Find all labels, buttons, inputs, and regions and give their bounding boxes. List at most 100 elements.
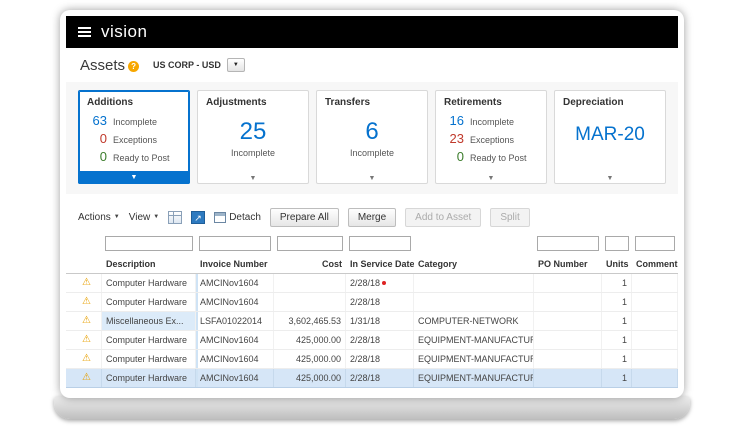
- table-row[interactable]: ⚠ Miscellaneous Ex... LSFA01022014 3,602…: [66, 312, 678, 331]
- export-icon[interactable]: [191, 211, 205, 224]
- filter-description-input[interactable]: [105, 236, 193, 251]
- row-status-cell: ⚠: [78, 331, 102, 349]
- cell-po-number[interactable]: [534, 312, 602, 330]
- infolet-depreciation[interactable]: Depreciation MAR-20 ▼: [554, 90, 666, 184]
- cell-cost[interactable]: [274, 293, 346, 311]
- cell-comments[interactable]: [632, 331, 678, 349]
- filter-invoice-number-input[interactable]: [199, 236, 271, 251]
- table-row[interactable]: ⚠ Computer Hardware AMCINov1604 2/28/18 …: [66, 274, 678, 293]
- row-status-cell: ⚠: [78, 312, 102, 330]
- column-header-units[interactable]: Units: [602, 259, 632, 269]
- warning-icon[interactable]: ⚠: [82, 297, 91, 307]
- infolet-additions[interactable]: Additions 63 Incomplete 0 Exceptions 0 R: [78, 90, 190, 184]
- actions-menu[interactable]: Actions ▼: [78, 212, 120, 223]
- cell-comments[interactable]: [632, 312, 678, 330]
- column-header-description[interactable]: Description: [102, 259, 196, 269]
- infolet-title: Adjustments: [206, 97, 300, 108]
- cell-in-service-date[interactable]: 2/28/18: [346, 274, 414, 292]
- cell-invoice-number[interactable]: LSFA01022014: [196, 312, 274, 330]
- cell-units[interactable]: 1: [602, 369, 632, 387]
- column-header-in-service-date[interactable]: In Service Date: [346, 259, 414, 269]
- infolet-expander[interactable]: ▼: [198, 175, 308, 182]
- filter-cost-input[interactable]: [277, 236, 343, 251]
- freeze-columns-icon[interactable]: [168, 211, 182, 224]
- warning-icon[interactable]: ⚠: [82, 335, 91, 345]
- warning-icon[interactable]: ⚠: [82, 278, 91, 288]
- table-row[interactable]: ⚠ Computer Hardware AMCINov1604 425,000.…: [66, 350, 678, 369]
- cell-description[interactable]: Computer Hardware: [102, 274, 196, 292]
- table-row[interactable]: ⚠ Computer Hardware AMCINov1604 425,000.…: [66, 331, 678, 350]
- cell-po-number[interactable]: [534, 350, 602, 368]
- menu-icon[interactable]: [78, 27, 91, 37]
- cell-units[interactable]: 1: [602, 274, 632, 292]
- column-header-invoice-number[interactable]: Invoice Number: [196, 259, 274, 269]
- cell-invoice-number[interactable]: AMCINov1604: [196, 331, 274, 349]
- table-row[interactable]: ⚠ Computer Hardware AMCINov1604 425,000.…: [66, 369, 678, 388]
- infolet-expander[interactable]: ▼: [317, 175, 427, 182]
- cell-description[interactable]: Computer Hardware: [102, 369, 196, 387]
- cell-cost[interactable]: 3,602,465.53: [274, 312, 346, 330]
- infolet-retirements[interactable]: Retirements 16 Incomplete 23 Exceptions …: [435, 90, 547, 184]
- infolet-transfers[interactable]: Transfers 6 Incomplete ▼: [316, 90, 428, 184]
- infolet-expander[interactable]: ▼: [436, 175, 546, 182]
- warning-icon[interactable]: ⚠: [82, 373, 91, 383]
- view-menu[interactable]: View ▼: [129, 212, 159, 223]
- warning-icon[interactable]: ⚠: [82, 354, 91, 364]
- cell-in-service-date[interactable]: 1/31/18: [346, 312, 414, 330]
- cell-in-service-date[interactable]: 2/28/18: [346, 293, 414, 311]
- cell-comments[interactable]: [632, 350, 678, 368]
- column-header-category[interactable]: Category: [414, 259, 534, 269]
- date-value: 2/28/18: [350, 373, 380, 383]
- cell-in-service-date[interactable]: 2/28/18: [346, 331, 414, 349]
- cell-category[interactable]: EQUIPMENT-MANUFACTURING: [414, 350, 534, 368]
- infolet-expander[interactable]: ▼: [555, 175, 665, 182]
- merge-button[interactable]: Merge: [348, 208, 396, 227]
- cell-category[interactable]: COMPUTER-NETWORK: [414, 312, 534, 330]
- cell-po-number[interactable]: [534, 274, 602, 292]
- cell-units[interactable]: 1: [602, 293, 632, 311]
- cell-in-service-date[interactable]: 2/28/18: [346, 350, 414, 368]
- ledger-dropdown-button[interactable]: ▼: [227, 58, 245, 72]
- table-header: Description Invoice Number Cost In Servi…: [66, 254, 678, 274]
- cell-in-service-date[interactable]: 2/28/18: [346, 369, 414, 387]
- cell-comments[interactable]: [632, 369, 678, 387]
- cell-description[interactable]: Computer Hardware: [102, 350, 196, 368]
- cell-units[interactable]: 1: [602, 350, 632, 368]
- column-header-cost[interactable]: Cost: [274, 259, 346, 269]
- column-header-comments[interactable]: Comments: [632, 259, 678, 269]
- prepare-all-button[interactable]: Prepare All: [270, 208, 339, 227]
- filter-po-number-input[interactable]: [537, 236, 599, 251]
- cell-invoice-number[interactable]: AMCINov1604: [196, 293, 274, 311]
- cell-units[interactable]: 1: [602, 331, 632, 349]
- table-row[interactable]: ⚠ Computer Hardware AMCINov1604 2/28/18 …: [66, 293, 678, 312]
- cell-po-number[interactable]: [534, 293, 602, 311]
- cell-description[interactable]: Miscellaneous Ex...: [102, 312, 196, 330]
- filter-in-service-date-input[interactable]: [349, 236, 411, 251]
- cell-cost[interactable]: 425,000.00: [274, 350, 346, 368]
- infolet-adjustments[interactable]: Adjustments 25 Incomplete ▼: [197, 90, 309, 184]
- warning-icon[interactable]: ⚠: [82, 316, 91, 326]
- cell-comments[interactable]: [632, 293, 678, 311]
- cell-invoice-number[interactable]: AMCINov1604: [196, 350, 274, 368]
- cell-po-number[interactable]: [534, 369, 602, 387]
- column-header-po-number[interactable]: PO Number: [534, 259, 602, 269]
- cell-description[interactable]: Computer Hardware: [102, 331, 196, 349]
- cell-comments[interactable]: [632, 274, 678, 292]
- cell-category[interactable]: [414, 274, 534, 292]
- help-icon[interactable]: ?: [128, 61, 139, 72]
- cell-cost[interactable]: [274, 274, 346, 292]
- cell-description[interactable]: Computer Hardware: [102, 293, 196, 311]
- infolet-expander[interactable]: ▼: [78, 171, 190, 184]
- cell-invoice-number[interactable]: AMCINov1604: [196, 369, 274, 387]
- cell-units[interactable]: 1: [602, 312, 632, 330]
- cell-invoice-number[interactable]: AMCINov1604: [196, 274, 274, 292]
- detach-button[interactable]: Detach: [214, 212, 261, 223]
- cell-category[interactable]: [414, 293, 534, 311]
- cell-category[interactable]: EQUIPMENT-MANUFACTURING: [414, 369, 534, 387]
- filter-comments-input[interactable]: [635, 236, 675, 251]
- cell-category[interactable]: EQUIPMENT-MANUFACTURING: [414, 331, 534, 349]
- cell-cost[interactable]: 425,000.00: [274, 331, 346, 349]
- cell-cost[interactable]: 425,000.00: [274, 369, 346, 387]
- cell-po-number[interactable]: [534, 331, 602, 349]
- filter-units-input[interactable]: [605, 236, 629, 251]
